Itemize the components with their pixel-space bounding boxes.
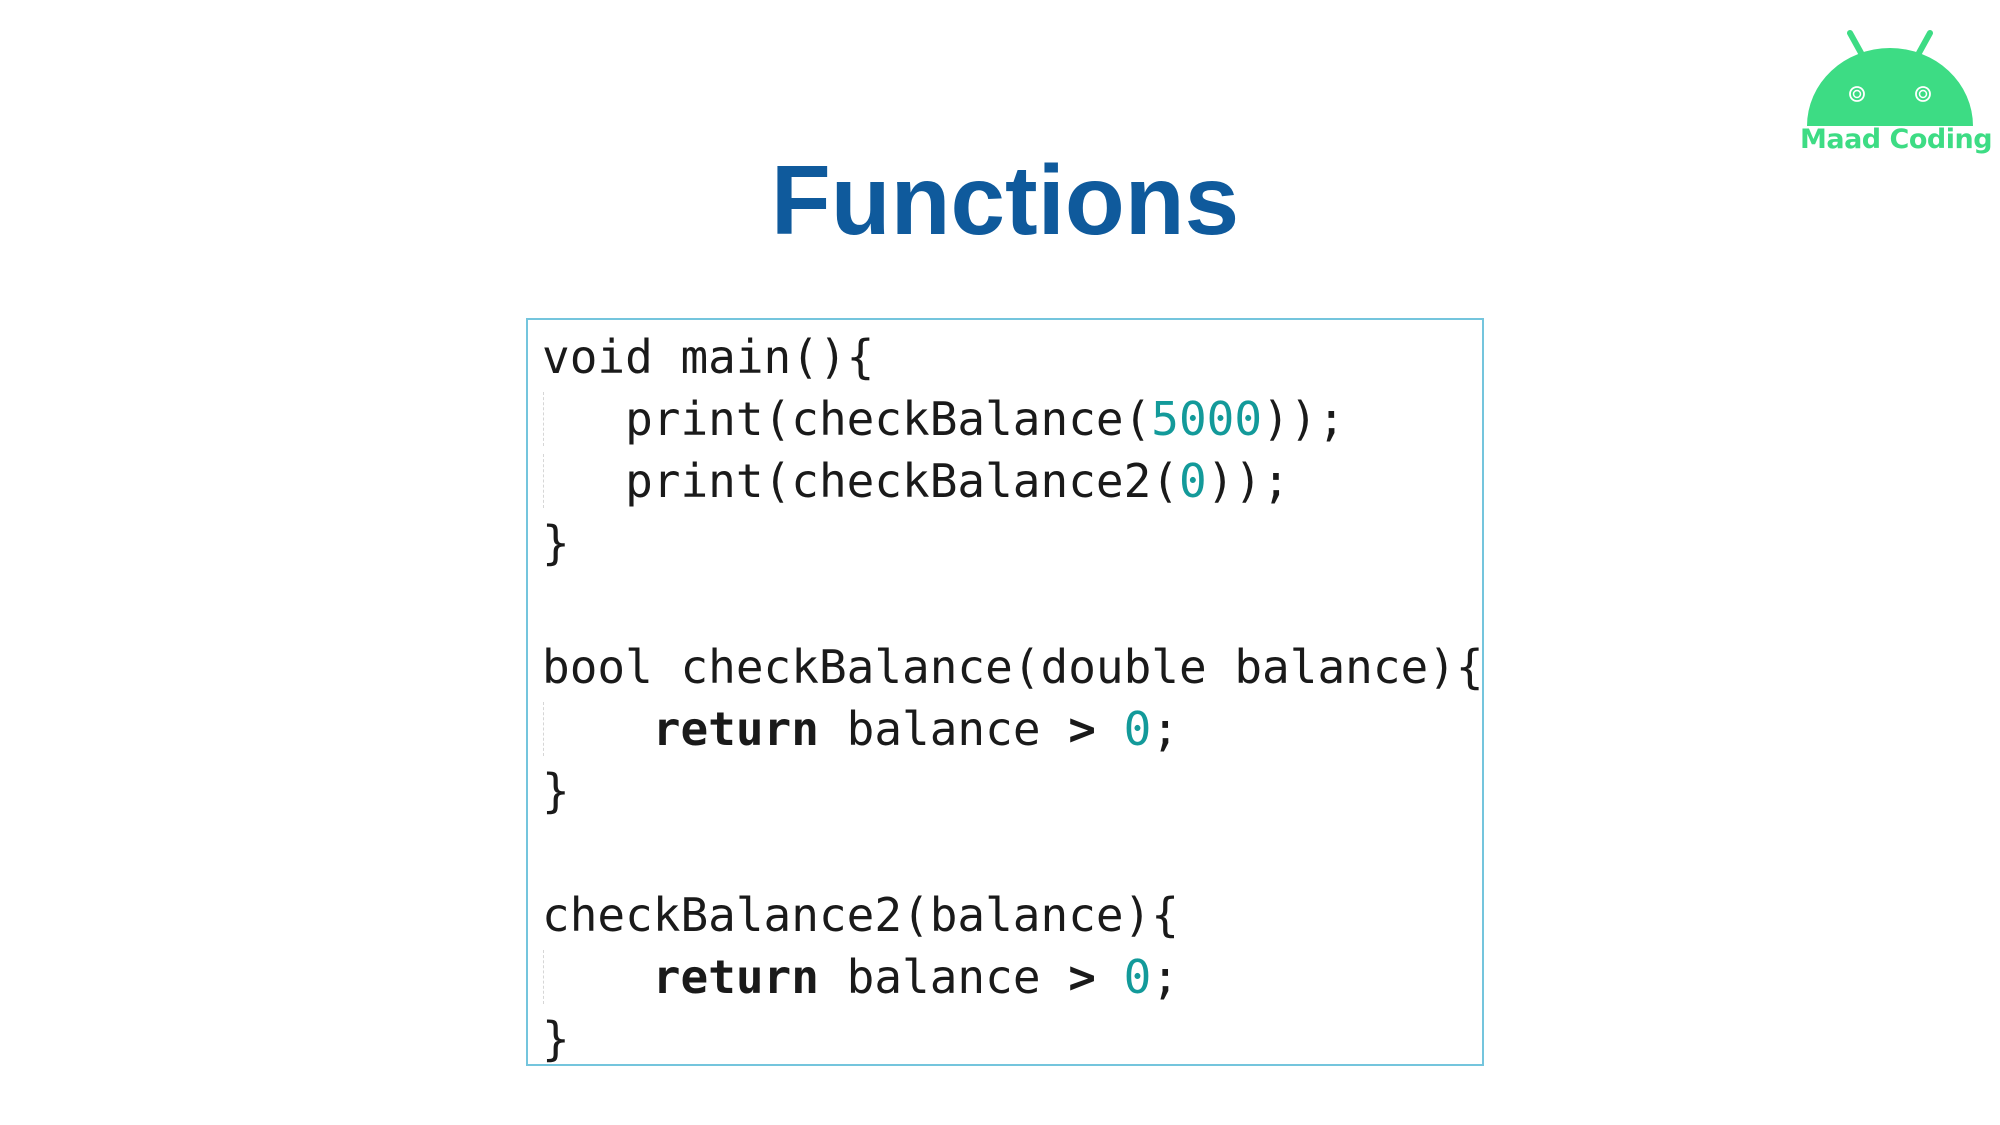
code-line: return balance > 0; xyxy=(542,946,1482,1008)
code-line: } xyxy=(542,1008,1482,1066)
android-robot-icon xyxy=(1807,30,1973,126)
keyword-token: > xyxy=(1068,702,1096,756)
code-line: print(checkBalance2(0)); xyxy=(542,450,1482,512)
slide: Maad Coding Functions void main(){ print… xyxy=(0,0,2000,1125)
code-block: void main(){ print(checkBalance(5000)); … xyxy=(526,318,1484,1066)
code-line: bool checkBalance(double balance){ xyxy=(542,636,1484,698)
code-token: balance xyxy=(818,702,1069,756)
number-literal: 5000 xyxy=(1151,392,1263,446)
number-literal: 0 xyxy=(1123,950,1152,1004)
slide-title: Functions xyxy=(770,145,1240,255)
code-line: void main(){ xyxy=(542,326,1482,388)
keyword-token: return xyxy=(652,950,819,1004)
code-line: print(checkBalance(5000)); xyxy=(542,388,1482,450)
code-token: ; xyxy=(1151,950,1180,1004)
number-literal: 0 xyxy=(1123,702,1152,756)
keyword-token: > xyxy=(1068,950,1096,1004)
keyword-token: return xyxy=(652,702,819,756)
code-token: } xyxy=(542,516,570,570)
code-token: print(checkBalance2( xyxy=(542,454,1179,508)
code-token: void main(){ xyxy=(542,330,875,384)
code-line: checkBalance2(balance){ xyxy=(542,884,1482,946)
code-token: } xyxy=(542,1012,570,1066)
code-token: checkBalance2(balance){ xyxy=(542,888,1179,942)
code-token: } xyxy=(542,764,570,818)
code-lines: void main(){ print(checkBalance(5000)); … xyxy=(542,326,1484,1066)
code-token: ; xyxy=(1151,702,1180,756)
code-token: )); xyxy=(1262,392,1346,446)
code-line: } xyxy=(542,760,1482,822)
code-line: return balance > 0; xyxy=(542,698,1482,760)
code-line: } xyxy=(542,512,1482,574)
code-token: )); xyxy=(1206,454,1290,508)
code-token: print(checkBalance( xyxy=(542,392,1152,446)
code-token: balance xyxy=(818,950,1069,1004)
number-literal: 0 xyxy=(1178,454,1207,508)
code-token: bool checkBalance(double balance){ xyxy=(542,640,1484,694)
